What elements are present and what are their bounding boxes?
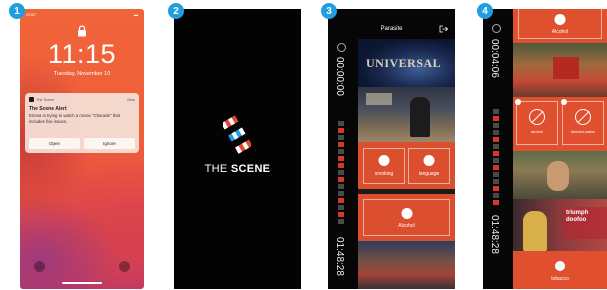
carrier-label: AT&T — [26, 12, 36, 17]
smoking-flag[interactable]: smoking — [363, 148, 405, 184]
lock-date: Tuesday, November 10 — [53, 71, 111, 77]
flag-panel: Alcohol — [358, 194, 455, 241]
lock-time: 11:15 — [47, 39, 117, 69]
alcohol-label: Alcohol — [551, 29, 569, 35]
tobacco-flag[interactable]: tobacco — [518, 256, 602, 286]
timeline-rail[interactable]: 00:04:06 01:48:28 — [483, 9, 513, 289]
scene-marker-strip[interactable] — [493, 109, 499, 207]
discrimination-flag[interactable]: discrimi-nation — [561, 99, 604, 145]
step-badge-3: 3 — [321, 3, 337, 19]
step-badge-1: 1 — [9, 3, 25, 19]
notification-body: Emma is trying to watch a movie "Charade… — [29, 113, 120, 124]
movie-title: Parasite — [380, 26, 403, 32]
frame-thumbnail — [513, 151, 607, 199]
pause-icon[interactable] — [337, 43, 346, 52]
notification-title: The Scene Alert — [29, 106, 67, 112]
timecode-start: 00:00:00 — [334, 57, 345, 96]
scene-filmstrip[interactable]: Alcohol alcohol discrimi-nation triumph … — [513, 9, 607, 289]
player-screen: Parasite 00:00:00 01:48:28 UNIVERSAL smo… — [328, 9, 455, 289]
player-screen-scrolled: 00:04:06 01:48:28 Alcohol alcohol discri… — [483, 9, 607, 289]
notification-header: The Scene Now — [29, 97, 135, 102]
camera-icon[interactable] — [119, 261, 130, 272]
frame-thumbnail — [358, 241, 455, 289]
language-label: language — [418, 171, 440, 177]
exit-icon[interactable] — [439, 25, 448, 33]
brand-wordmark: THE SCENE — [174, 163, 301, 175]
the-scene-logo-icon — [223, 115, 251, 154]
flag-panel: tobacco — [513, 251, 607, 289]
notification-card[interactable]: The Scene Now The Scene Alert Emma is tr… — [25, 93, 139, 153]
status-bar: AT&T ▬ — [26, 12, 138, 17]
brand-the: THE — [204, 163, 231, 175]
discrimination-label: discrimi-nation — [570, 130, 596, 134]
flag-panel: smoking language — [358, 142, 455, 189]
ignore-button[interactable]: Ignore — [84, 138, 135, 149]
wine-glass-icon — [401, 208, 412, 219]
alcohol-skip-flag[interactable]: alcohol — [515, 99, 558, 145]
language-flag[interactable]: language — [408, 148, 450, 184]
ticker-text: triumph doofoo — [563, 207, 607, 239]
alcohol-flag[interactable]: Alcohol — [363, 199, 450, 236]
scene-marker-strip[interactable] — [338, 121, 344, 226]
battery-icon: ▬ — [134, 12, 138, 17]
smoking-label: smoking — [374, 171, 394, 177]
wine-glass-icon — [554, 14, 566, 25]
speech-bubble-icon — [423, 155, 435, 166]
app-icon — [29, 97, 34, 102]
smoking-icon — [378, 155, 390, 166]
pause-icon[interactable] — [492, 24, 501, 33]
flashlight-icon[interactable] — [34, 261, 45, 272]
frame-thumbnail — [358, 87, 455, 142]
open-button[interactable]: Open — [29, 138, 80, 149]
frame-logo-text: UNIVERSAL — [366, 56, 442, 70]
timecode-end: 01:48:28 — [489, 215, 500, 254]
notification-app-name: The Scene — [36, 97, 55, 102]
blocked-icon — [529, 109, 545, 125]
flag-panel: Alcohol — [513, 9, 607, 43]
flag-panel: alcohol discrimi-nation — [513, 97, 607, 151]
brand-scene: SCENE — [230, 163, 271, 175]
step-badge-2: 2 — [168, 3, 184, 19]
timecode-start: 00:04:06 — [489, 39, 500, 78]
lock-screen: AT&T ▬ 11:15 Tuesday, November 10 The Sc… — [20, 9, 144, 289]
tobacco-label: tobacco — [551, 276, 569, 282]
splash-screen: THE SCENE — [174, 9, 301, 289]
scene-filmstrip[interactable]: UNIVERSAL smoking language Alcohol — [358, 39, 455, 289]
drop-icon — [555, 261, 565, 271]
blocked-icon — [575, 109, 591, 125]
notification-time: Now — [127, 97, 135, 102]
alcohol-flag[interactable]: Alcohol — [518, 9, 602, 39]
frame-thumbnail: UNIVERSAL — [358, 39, 455, 87]
alcohol-label: Alcohol — [398, 223, 415, 229]
home-indicator[interactable] — [62, 282, 102, 284]
frame-thumbnail: triumph doofoo — [513, 199, 607, 251]
timecode-end: 01:48:28 — [334, 237, 345, 276]
timeline-rail[interactable]: 00:00:00 01:48:28 — [328, 39, 358, 289]
alcohol-skip-label: alcohol — [530, 130, 544, 134]
step-badge-4: 4 — [477, 3, 493, 19]
lock-icon — [78, 25, 86, 37]
player-header: Parasite — [328, 9, 455, 39]
frame-thumbnail — [513, 43, 607, 97]
